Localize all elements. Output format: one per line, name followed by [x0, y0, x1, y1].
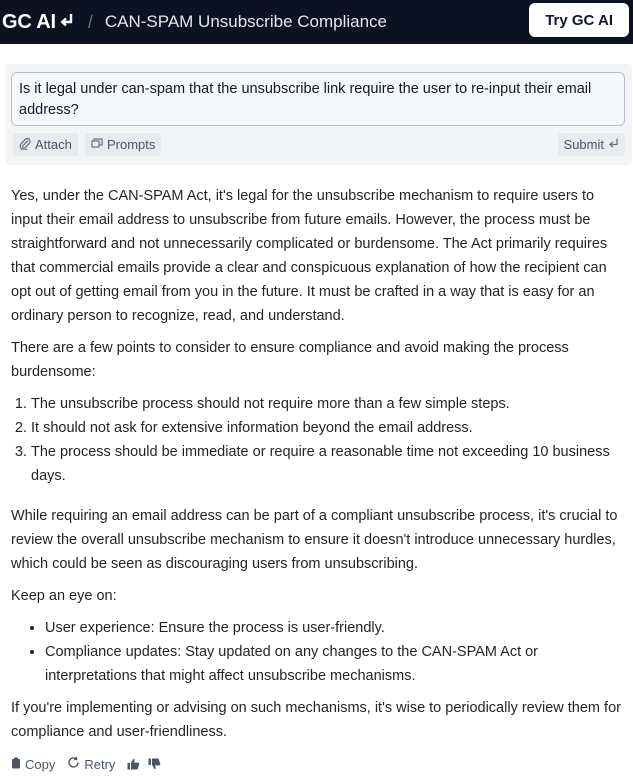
list-item: It should not ask for extensive informat… — [31, 416, 629, 440]
prompt-input[interactable]: Is it legal under can-spam that the unsu… — [11, 72, 625, 126]
composer-actions: Attach Prompts Submit — [11, 133, 625, 156]
response-paragraph: There are a few points to consider to en… — [11, 340, 569, 380]
list-item: User experience: Ensure the process is u… — [45, 616, 629, 640]
refresh-icon — [67, 756, 84, 772]
paperclip-icon — [19, 137, 35, 153]
top-bar: GC AI / CAN-SPAM Unsubscribe Compliance … — [0, 0, 633, 44]
breadcrumb-separator: / — [87, 11, 93, 32]
list-item: The unsubscribe process should not requi… — [31, 392, 629, 416]
thumbs-down-icon[interactable] — [148, 758, 161, 770]
response-paragraph: Keep an eye on: — [11, 588, 117, 604]
try-gc-ai-button[interactable]: Try GC AI — [529, 3, 629, 37]
prompts-button[interactable]: Prompts — [85, 133, 162, 156]
return-arrow-icon — [60, 11, 74, 34]
response-paragraph: Yes, under the CAN-SPAM Act, it's legal … — [11, 188, 608, 324]
brand-logo[interactable]: GC AI — [0, 11, 74, 34]
copy-button[interactable]: Copy — [11, 757, 55, 772]
response-paragraph: While requiring an email address can be … — [11, 508, 618, 572]
attach-label: Attach — [35, 137, 72, 152]
return-arrow-icon — [604, 137, 619, 152]
stack-icon — [91, 137, 107, 152]
assistant-response: Yes, under the CAN-SPAM Act, it's legal … — [11, 184, 629, 752]
list-item: The process should be immediate or requi… — [31, 440, 629, 488]
list-item: Compliance updates: Stay updated on any … — [45, 640, 629, 688]
response-paragraph: If you're implementing or advising on su… — [11, 700, 621, 740]
prompts-label: Prompts — [107, 137, 156, 152]
retry-button[interactable]: Retry — [67, 756, 115, 772]
bullet-list: User experience: Ensure the process is u… — [11, 616, 629, 688]
conversation-title: CAN-SPAM Unsubscribe Compliance — [104, 12, 388, 31]
brand-name: GC AI — [2, 10, 56, 33]
message-actions: Copy Retry — [11, 754, 169, 774]
prompt-composer: Is it legal under can-spam that the unsu… — [5, 64, 632, 165]
submit-label: Submit — [563, 137, 604, 152]
clipboard-icon — [11, 757, 25, 772]
copy-label: Copy — [25, 756, 56, 772]
submit-button[interactable]: Submit — [557, 133, 625, 156]
attach-button[interactable]: Attach — [13, 133, 78, 156]
retry-label: Retry — [84, 756, 116, 772]
ordered-list: The unsubscribe process should not requi… — [11, 392, 629, 488]
thumbs-up-icon[interactable] — [127, 758, 140, 770]
